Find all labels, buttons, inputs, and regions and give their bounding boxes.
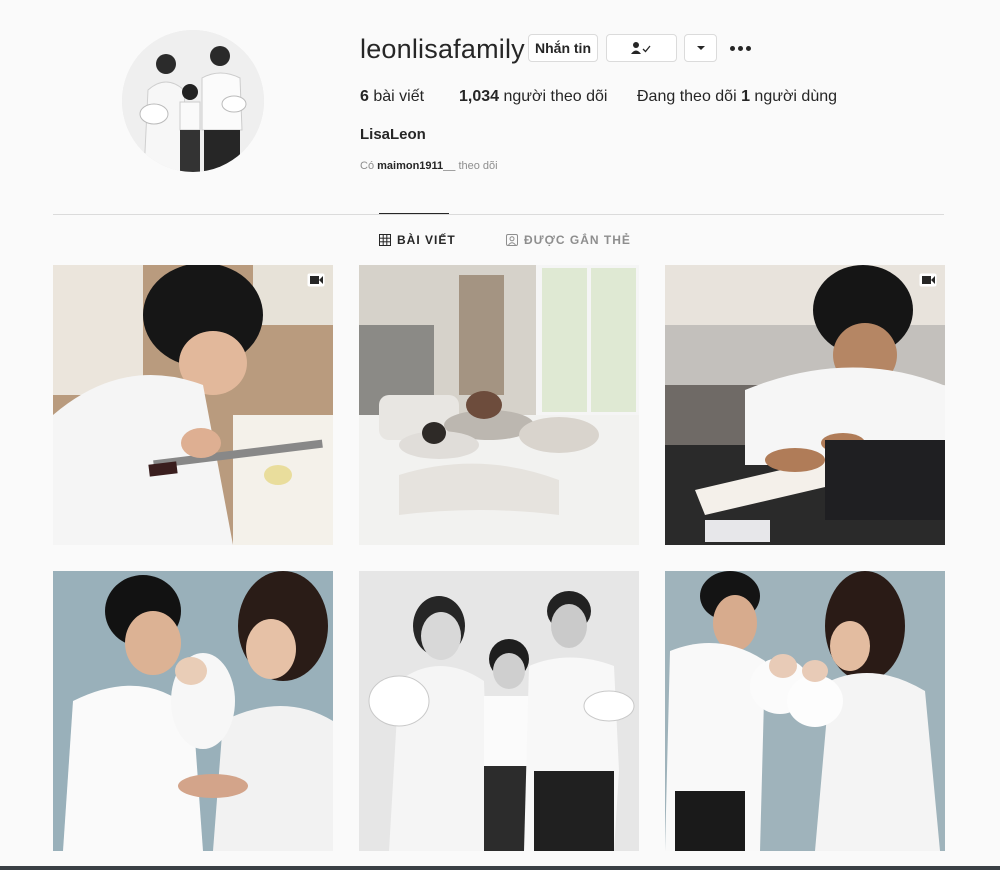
profile-avatar[interactable] xyxy=(122,30,264,172)
tagged-icon xyxy=(506,234,518,246)
posts-count: 6 bài viết xyxy=(360,88,425,105)
more-options-icon[interactable] xyxy=(730,40,752,56)
post-boy-writing-card[interactable] xyxy=(665,265,945,545)
active-tab-indicator xyxy=(379,213,449,214)
tab-tagged[interactable]: ĐƯỢC GẮN THẺ xyxy=(506,233,631,247)
followed-by-text[interactable]: Có maimon1911__ theo dõi xyxy=(360,160,498,172)
tabs-divider xyxy=(53,214,944,215)
profile-username: leonlisafamily xyxy=(360,34,525,64)
person-check-icon xyxy=(630,42,651,54)
caret-down-icon xyxy=(696,46,705,50)
post-boy-cutting-fruit[interactable] xyxy=(53,265,333,545)
tab-posts[interactable]: BÀI VIẾT xyxy=(379,233,456,247)
followers-count[interactable]: 1,034 người theo dõi xyxy=(459,88,607,106)
video-indicator-icon xyxy=(919,273,937,287)
following-count[interactable]: Đang theo dõi 1 người dùng xyxy=(637,88,837,106)
grid-icon xyxy=(379,234,391,246)
post-parents-holding-twins[interactable] xyxy=(665,571,945,851)
posts-grid xyxy=(53,265,945,870)
post-father-kissing-baby[interactable] xyxy=(53,571,333,851)
post-family-portrait-bw[interactable] xyxy=(359,571,639,851)
profile-full-name: LisaLeon xyxy=(360,126,426,143)
window-taskbar xyxy=(0,866,1000,870)
video-indicator-icon xyxy=(307,273,325,287)
following-button[interactable] xyxy=(606,34,677,62)
profile-header: leonlisafamily Nhắn tin 6 bài viết 1,034… xyxy=(0,0,1000,214)
message-button[interactable]: Nhắn tin xyxy=(528,34,598,62)
suggestions-dropdown-button[interactable] xyxy=(684,34,717,62)
post-family-resting-on-bed[interactable] xyxy=(359,265,639,545)
